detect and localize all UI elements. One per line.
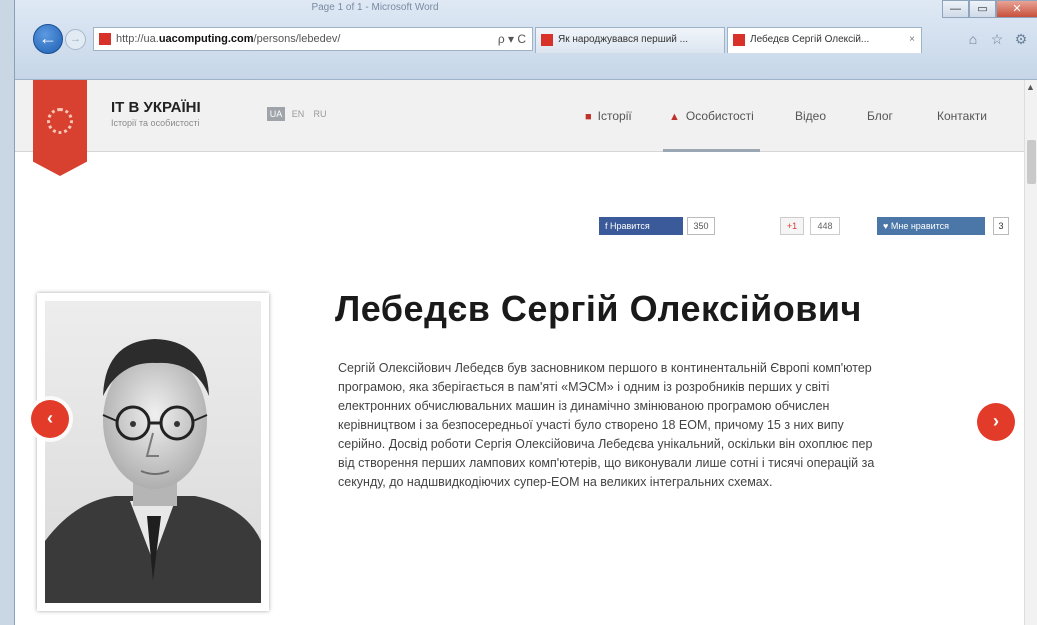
nav-item-contacts[interactable]: Контакти [937, 80, 987, 152]
tab-favicon-icon [541, 34, 553, 46]
nav-label: Історії [597, 109, 632, 123]
back-button[interactable]: ← [33, 24, 63, 54]
bio-line: від створення перших лампових комп'ютері… [338, 456, 875, 470]
url-prefix: http://ua. [116, 33, 159, 45]
site-header: IT В УКРАЇНІ Історії та особистості UA E… [15, 80, 1025, 152]
site-name[interactable]: IT В УКРАЇНІ [111, 99, 201, 116]
browser-chrome: Page 1 of 1 - Microsoft Word — ▭ ✕ ← → h… [15, 0, 1037, 80]
page-scrollbar[interactable]: ▲ [1024, 80, 1037, 625]
address-bar[interactable]: http://ua.uacomputing.com/persons/lebede… [93, 27, 533, 51]
forward-button[interactable]: → [65, 29, 86, 50]
person-name-heading: Лебедєв Сергій Олексійович [335, 288, 862, 329]
logo-icon [47, 108, 73, 134]
tab-history[interactable]: Як народжувався перший ... [535, 27, 725, 53]
vk-like-label: Мне нравится [890, 221, 950, 231]
carousel-prev-button[interactable]: ‹ [31, 400, 69, 438]
bio-line: програмою, яка зберігається в пам'яті «М… [338, 380, 830, 394]
tab-close-icon[interactable]: × [909, 28, 915, 52]
browser-toolbar-icons: ⌂ ☆ ⚙ [964, 30, 1030, 48]
window-title: Page 1 of 1 - Microsoft Word [311, 2, 439, 13]
home-icon[interactable]: ⌂ [964, 30, 982, 48]
bookmark-icon: ■ [585, 111, 592, 123]
vk-like-button[interactable]: ♥ Мне нравится [877, 217, 985, 235]
gplus-count: 448 [810, 217, 840, 235]
tab-label: Як народжувався перший ... [558, 34, 688, 45]
nav-item-blog[interactable]: Блог [867, 80, 893, 152]
portrait-image [45, 301, 261, 603]
lang-ru[interactable]: RU [311, 107, 329, 121]
nav-item-history[interactable]: ■ Історії [585, 80, 632, 152]
site-favicon-icon [99, 33, 111, 45]
vk-icon: ♥ [883, 221, 891, 231]
portrait-frame [37, 293, 269, 611]
web-page: IT В УКРАЇНІ Історії та особистості UA E… [15, 80, 1025, 625]
lang-en[interactable]: EN [289, 107, 307, 121]
close-window-button[interactable]: ✕ [996, 0, 1037, 18]
settings-icon[interactable]: ⚙ [1012, 30, 1030, 48]
minimize-button[interactable]: — [942, 0, 969, 18]
bio-line: секунду, до надшвидкодіючих супер-ЕОМ на… [338, 475, 773, 489]
site-logo[interactable] [33, 80, 87, 176]
bio-line: електронних обчислювальних машин із дина… [338, 399, 830, 413]
tab-label: Лебедєв Сергій Олексій... [750, 34, 870, 45]
person-bio: Сергій Олексійович Лебедєв був засновник… [338, 359, 1023, 492]
tab-favicon-icon [733, 34, 745, 46]
site-tagline: Історії та особистості [111, 118, 200, 128]
nav-item-persons[interactable]: ▲ Особистості [663, 80, 760, 152]
maximize-button[interactable]: ▭ [969, 0, 996, 18]
person-icon: ▲ [669, 111, 680, 123]
address-tools[interactable]: ρ ▾ C [498, 28, 526, 50]
bio-line: серійно. Досвід роботи Сергія Олексійови… [338, 437, 873, 451]
window-controls: — ▭ ✕ [942, 0, 1037, 18]
lang-ua[interactable]: UA [267, 107, 285, 121]
bio-line: керівництвом і за безпосередньої участі … [338, 418, 844, 432]
facebook-like-button[interactable]: f Нравится [599, 217, 683, 235]
social-buttons: f Нравится 350 +1 448 ♥ Мне нравится 3 [15, 217, 1025, 237]
tab-lebedev[interactable]: Лебедєв Сергій Олексій... × [727, 27, 922, 53]
facebook-like-count: 350 [687, 217, 715, 235]
url-host: uacomputing.com [158, 33, 254, 45]
vk-like-count: 3 [993, 217, 1009, 235]
nav-label: Особистості [685, 109, 754, 123]
bio-line: Сергій Олексійович Лебедєв був засновник… [338, 361, 872, 375]
scroll-thumb[interactable] [1027, 140, 1036, 184]
url-path: /persons/lebedev/ [253, 33, 341, 45]
star-icon[interactable]: ☆ [988, 30, 1006, 48]
gplus-button[interactable]: +1 [780, 217, 804, 235]
nav-item-video[interactable]: Відео [795, 80, 826, 152]
facebook-like-label: Нравится [610, 221, 650, 231]
browser-window: Page 1 of 1 - Microsoft Word — ▭ ✕ ← → h… [14, 0, 1037, 625]
scroll-up-icon[interactable]: ▲ [1026, 82, 1035, 92]
